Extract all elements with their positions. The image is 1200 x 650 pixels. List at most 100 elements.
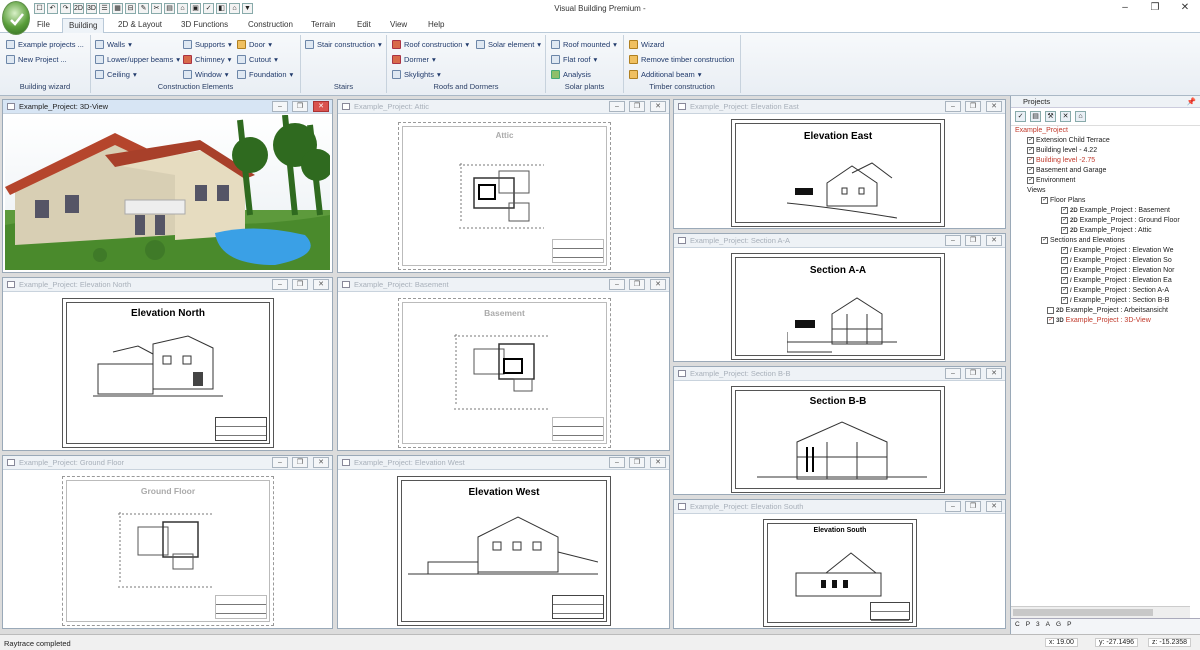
- drawing-canvas[interactable]: Elevation West: [341, 473, 666, 626]
- menu-building[interactable]: Building: [62, 18, 105, 33]
- menu-2d-layout[interactable]: 2D & Layout: [118, 20, 162, 29]
- menu-construction[interactable]: Construction: [248, 20, 293, 29]
- window-3d-view[interactable]: Example_Project: 3D-View – ❐ ✕: [2, 99, 333, 273]
- menu-view[interactable]: View: [390, 20, 407, 29]
- minimize-button[interactable]: –: [945, 235, 961, 246]
- hammer-icon[interactable]: ⚒: [1045, 111, 1056, 122]
- window-header[interactable]: Example_Project: Basement – ❐ ✕: [338, 278, 669, 292]
- additional-beam-button[interactable]: Additional beam ▾: [629, 70, 702, 79]
- roof-mounted-button[interactable]: Roof mounted ▾: [551, 40, 617, 49]
- tree-item-view[interactable]: ✓ / Example_Project : Elevation Nor: [1061, 267, 1174, 274]
- restore-button[interactable]: ❐: [629, 101, 645, 112]
- window-section-b-b[interactable]: Example_Project: Section B-B – ❐ ✕ Section…: [673, 366, 1006, 495]
- skylights-button[interactable]: Skylights ▾: [392, 70, 441, 79]
- tree-item-view[interactable]: ✓ 2D Example_Project : Ground Floor: [1061, 217, 1180, 224]
- cutout-button[interactable]: Cutout ▾: [237, 55, 278, 64]
- menu-help[interactable]: Help: [428, 20, 444, 29]
- minimize-button[interactable]: –: [272, 279, 288, 290]
- minimize-button[interactable]: –: [945, 101, 961, 112]
- close-button[interactable]: ✕: [313, 457, 329, 468]
- pin-icon[interactable]: 📌: [1187, 97, 1196, 106]
- minimize-button[interactable]: –: [1110, 0, 1140, 18]
- tab-catalog[interactable]: C: [1015, 621, 1020, 632]
- restore-button[interactable]: ❐: [629, 279, 645, 290]
- close-button[interactable]: ✕: [650, 279, 666, 290]
- example-projects-button[interactable]: Example projects ...: [6, 40, 84, 49]
- tab-p[interactable]: P: [1067, 621, 1071, 632]
- window-header[interactable]: Example_Project: Elevation East – ❐ ✕: [674, 100, 1005, 114]
- close-button[interactable]: ✕: [986, 101, 1002, 112]
- close-button[interactable]: ✕: [650, 101, 666, 112]
- beams-button[interactable]: Lower/upper beams ▾: [95, 55, 180, 64]
- tab-3d[interactable]: 3: [1036, 621, 1040, 632]
- restore-button[interactable]: ❐: [965, 101, 981, 112]
- window-section-a-a[interactable]: Example_Project: Section A-A – ❐ ✕ Section…: [673, 233, 1006, 362]
- menu-terrain[interactable]: Terrain: [311, 20, 335, 29]
- window-attic[interactable]: Example_Project: Attic – ❐ ✕ Attic: [337, 99, 670, 273]
- restore-button[interactable]: ❐: [965, 501, 981, 512]
- tree-item-level[interactable]: ✓ Basement and Garage: [1027, 167, 1106, 174]
- restore-button[interactable]: ❐: [292, 457, 308, 468]
- 3d-viewport[interactable]: [5, 114, 333, 270]
- dormer-button[interactable]: Dormer ▾: [392, 55, 436, 64]
- tree-item-view[interactable]: ✓ / Example_Project : Elevation We: [1061, 247, 1174, 254]
- door-button[interactable]: Door ▾: [237, 40, 272, 49]
- menu-3d-functions[interactable]: 3D Functions: [181, 20, 228, 29]
- minimize-button[interactable]: –: [609, 457, 625, 468]
- drawing-canvas[interactable]: Basement: [341, 295, 666, 448]
- window-elevation-west[interactable]: Example_Project: Elevation West – ❐ ✕ Elev…: [337, 455, 670, 629]
- restore-button[interactable]: ❐: [965, 368, 981, 379]
- tree-item-view[interactable]: 2D Example_Project : Arbeitsansicht: [1047, 307, 1168, 314]
- tab-attributes[interactable]: A: [1046, 621, 1050, 632]
- drawing-canvas[interactable]: Elevation North: [6, 295, 329, 448]
- tree-item-view-active[interactable]: ✓ 3D Example_Project : 3D-View: [1047, 317, 1151, 324]
- roof-construction-button[interactable]: Roof construction ▾: [392, 40, 469, 49]
- drawing-canvas[interactable]: Elevation East: [677, 117, 1002, 227]
- level-icon[interactable]: ▤: [1030, 111, 1041, 122]
- tree-item-folder[interactable]: ✓ Floor Plans: [1041, 197, 1085, 204]
- tree-item-environment[interactable]: ✓ Environment: [1027, 177, 1075, 184]
- building-icon[interactable]: ⌂: [1075, 111, 1086, 122]
- window-header[interactable]: Example_Project: Ground Floor – ❐ ✕: [3, 456, 332, 470]
- minimize-button[interactable]: –: [945, 368, 961, 379]
- walls-button[interactable]: Walls ▾: [95, 40, 132, 49]
- tree-item-level[interactable]: ✓ Building level - 4.22: [1027, 147, 1097, 154]
- tree-item-project[interactable]: Example_Project: [1015, 127, 1068, 134]
- ceiling-button[interactable]: Ceiling ▾: [95, 70, 137, 79]
- minimize-button[interactable]: –: [945, 501, 961, 512]
- drawing-canvas[interactable]: Section A-A: [677, 251, 1002, 360]
- window-basement[interactable]: Example_Project: Basement – ❐ ✕ Basement: [337, 277, 670, 451]
- tree-item-folder[interactable]: ✓ Sections and Elevations: [1041, 237, 1125, 244]
- tree-item-level-active[interactable]: ✓ Building level -2.75: [1027, 157, 1095, 164]
- window-header[interactable]: Example_Project: Attic – ❐ ✕: [338, 100, 669, 114]
- drawing-canvas[interactable]: Ground Floor: [6, 473, 329, 626]
- window-header[interactable]: Example_Project: Elevation West – ❐ ✕: [338, 456, 669, 470]
- drawing-canvas[interactable]: Section B-B: [677, 384, 1002, 493]
- window-header[interactable]: Example_Project: Elevation South – ❐ ✕: [674, 500, 1005, 514]
- restore-button[interactable]: ❐: [292, 101, 308, 112]
- supports-button[interactable]: Supports ▾: [183, 40, 232, 49]
- close-button[interactable]: ✕: [650, 457, 666, 468]
- horizontal-scrollbar[interactable]: [1011, 606, 1190, 618]
- window-button[interactable]: Window ▾: [183, 70, 228, 79]
- window-elevation-north[interactable]: Example_Project: Elevation North – ❐ ✕ Ele…: [2, 277, 333, 451]
- tree-item-view[interactable]: ✓ 2D Example_Project : Basement: [1061, 207, 1170, 214]
- close-button[interactable]: ✕: [1170, 0, 1200, 18]
- foundation-button[interactable]: Foundation ▾: [237, 70, 293, 79]
- solar-element-button[interactable]: Solar element ▾: [476, 40, 541, 49]
- close-button[interactable]: ✕: [313, 101, 329, 112]
- tree-item-views[interactable]: Views: [1027, 187, 1046, 194]
- window-header[interactable]: Example_Project: 3D-View – ❐ ✕: [3, 100, 332, 114]
- analysis-button[interactable]: Analysis: [551, 70, 591, 79]
- window-header[interactable]: Example_Project: Section A-A – ❐ ✕: [674, 234, 1005, 248]
- window-header[interactable]: Example_Project: Section B-B – ❐ ✕: [674, 367, 1005, 381]
- timber-wizard-button[interactable]: Wizard: [629, 40, 664, 49]
- menu-edit[interactable]: Edit: [357, 20, 371, 29]
- window-ground-floor[interactable]: Example_Project: Ground Floor – ❐ ✕ Ground…: [2, 455, 333, 629]
- app-menu-button[interactable]: [2, 1, 30, 35]
- window-elevation-south[interactable]: Example_Project: Elevation South – ❐ ✕ Ele…: [673, 499, 1006, 629]
- restore-button[interactable]: ❐: [292, 279, 308, 290]
- stair-construction-button[interactable]: Stair construction ▾: [305, 40, 382, 49]
- drawing-canvas[interactable]: Elevation South: [677, 517, 1002, 627]
- new-project-button[interactable]: New Project ...: [6, 55, 67, 64]
